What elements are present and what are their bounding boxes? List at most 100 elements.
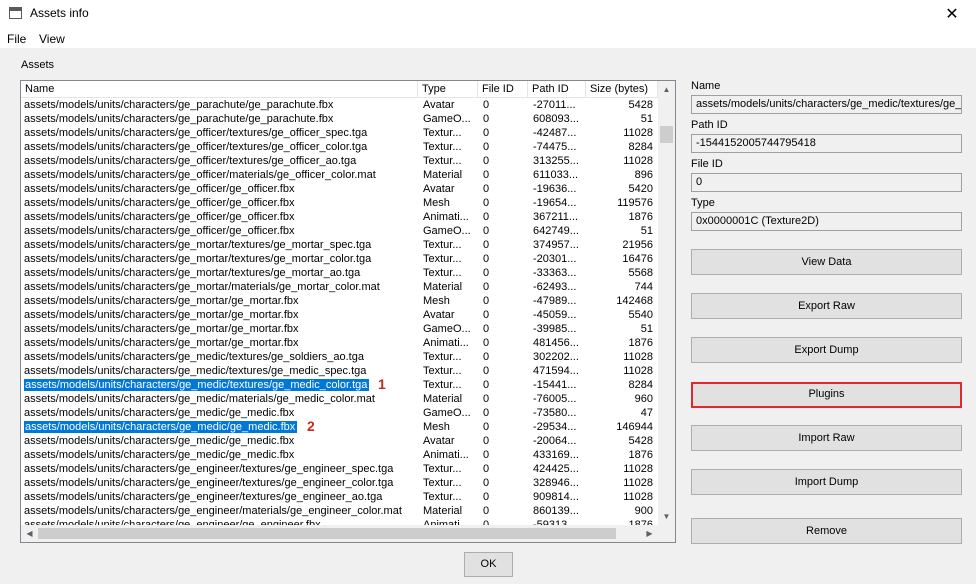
path-id-field[interactable]: -1544152005744795418 (691, 134, 962, 153)
table-row[interactable]: assets/models/units/characters/ge_engine… (21, 490, 658, 504)
cell-name-text: assets/models/units/characters/ge_mortar… (24, 337, 299, 349)
table-row[interactable]: assets/models/units/characters/ge_medic/… (21, 434, 658, 448)
cell-size-text: 11028 (623, 365, 653, 377)
cell-size: 11028 (587, 364, 653, 378)
table-row[interactable]: assets/models/units/characters/ge_mortar… (21, 294, 658, 308)
cell-name: assets/models/units/characters/ge_office… (24, 154, 418, 168)
annotation-marker: 2 (307, 418, 315, 434)
cell-type: Material (423, 280, 480, 294)
table-row[interactable]: assets/models/units/characters/ge_office… (21, 154, 658, 168)
table-row[interactable]: assets/models/units/characters/ge_engine… (21, 462, 658, 476)
cell-name-text: assets/models/units/characters/ge_parach… (24, 99, 334, 111)
menu-file[interactable]: File (7, 32, 26, 46)
table-row[interactable]: assets/models/units/characters/ge_medic/… (21, 448, 658, 462)
import-dump-button[interactable]: Import Dump (691, 469, 962, 495)
table-row[interactable]: assets/models/units/characters/ge_mortar… (21, 238, 658, 252)
plugins-button[interactable]: Plugins (691, 382, 962, 408)
assets-list[interactable]: Name Type File ID Path ID Size (bytes) a… (20, 80, 676, 543)
cell-name: assets/models/units/characters/ge_mortar… (24, 280, 418, 294)
cell-type: GameO... (423, 322, 480, 336)
cell-type-text: Textur... (423, 351, 462, 363)
scroll-left-icon[interactable]: ◀ (21, 525, 38, 542)
scroll-right-icon[interactable]: ▶ (641, 525, 658, 542)
table-row[interactable]: assets/models/units/characters/ge_office… (21, 224, 658, 238)
table-row[interactable]: assets/models/units/characters/ge_office… (21, 196, 658, 210)
table-row[interactable]: assets/models/units/characters/ge_medic/… (21, 406, 658, 420)
cell-name-text: assets/models/units/characters/ge_office… (24, 155, 357, 167)
title-bar: Assets info ✕ (0, 0, 976, 29)
cell-file-id: 0 (483, 168, 528, 182)
column-header-type[interactable]: Type (418, 81, 478, 98)
menu-view[interactable]: View (39, 32, 65, 46)
horizontal-scrollbar[interactable]: ◀ ▶ (21, 525, 658, 542)
cell-file-id-text: 0 (483, 239, 490, 251)
table-row[interactable]: assets/models/units/characters/ge_medic/… (21, 364, 658, 378)
column-header-path-id[interactable]: Path ID (528, 81, 586, 98)
table-row[interactable]: assets/models/units/characters/ge_mortar… (21, 336, 658, 350)
import-raw-button[interactable]: Import Raw (691, 425, 962, 451)
table-row[interactable]: assets/models/units/characters/ge_mortar… (21, 252, 658, 266)
vertical-scroll-thumb[interactable] (660, 126, 673, 143)
type-field[interactable]: 0x0000001C (Texture2D) (691, 212, 962, 231)
column-header-name[interactable]: Name (21, 81, 418, 98)
cell-type-text: Avatar (423, 309, 455, 321)
cell-type-text: Textur... (423, 477, 462, 489)
cell-name-text: assets/models/units/characters/ge_medic/… (24, 421, 298, 433)
table-row[interactable]: assets/models/units/characters/ge_engine… (21, 504, 658, 518)
cell-type-text: Textur... (423, 127, 462, 139)
file-id-field[interactable]: 0 (691, 173, 962, 192)
table-row[interactable]: assets/models/units/characters/ge_office… (21, 126, 658, 140)
name-field[interactable]: assets/models/units/characters/ge_medic/… (691, 95, 962, 114)
cell-name-text: assets/models/units/characters/ge_mortar… (24, 295, 299, 307)
cell-path-id: 642749... (533, 224, 585, 238)
table-row[interactable]: assets/models/units/characters/ge_parach… (21, 112, 658, 126)
table-row[interactable]: assets/models/units/characters/ge_office… (21, 140, 658, 154)
table-row[interactable]: assets/models/units/characters/ge_office… (21, 168, 658, 182)
cell-name: assets/models/units/characters/ge_office… (24, 140, 418, 154)
view-data-button[interactable]: View Data (691, 249, 962, 275)
cell-size: 1876 (587, 210, 653, 224)
table-row[interactable]: assets/models/units/characters/ge_mortar… (21, 308, 658, 322)
cell-path-id: -47989... (533, 294, 585, 308)
table-row[interactable]: assets/models/units/characters/ge_mortar… (21, 266, 658, 280)
remove-button[interactable]: Remove (691, 518, 962, 544)
table-row[interactable]: assets/models/units/characters/ge_medic/… (21, 350, 658, 364)
close-icon[interactable]: ✕ (928, 0, 976, 29)
export-raw-button[interactable]: Export Raw (691, 293, 962, 319)
table-row[interactable]: assets/models/units/characters/ge_engine… (21, 476, 658, 490)
cell-path-id: -74475... (533, 140, 585, 154)
horizontal-scroll-thumb[interactable] (38, 528, 616, 539)
cell-path-id-text: -62493... (533, 281, 577, 293)
cell-size: 8284 (587, 140, 653, 154)
cell-file-id-text: 0 (483, 463, 490, 475)
cell-name: assets/models/units/characters/ge_medic/… (24, 434, 418, 448)
cell-path-id-text: -45059... (533, 309, 577, 321)
ok-button[interactable]: OK (464, 552, 513, 577)
table-row[interactable]: assets/models/units/characters/ge_engine… (21, 518, 658, 525)
table-row[interactable]: assets/models/units/characters/ge_office… (21, 210, 658, 224)
column-header-size[interactable]: Size (bytes) (586, 81, 658, 98)
cell-type-text: Avatar (423, 99, 455, 111)
cell-name: assets/models/units/characters/ge_medic/… (24, 392, 418, 406)
table-row[interactable]: assets/models/units/characters/ge_medic/… (21, 418, 658, 434)
scroll-down-icon[interactable]: ▼ (658, 508, 675, 525)
cell-size-text: 16476 (622, 253, 653, 265)
cell-type: Textur... (423, 378, 480, 392)
table-row[interactable]: assets/models/units/characters/ge_medic/… (21, 392, 658, 406)
export-dump-button[interactable]: Export Dump (691, 337, 962, 363)
cell-file-id: 0 (483, 210, 528, 224)
table-row[interactable]: assets/models/units/characters/ge_mortar… (21, 322, 658, 336)
file-id-label: File ID (691, 158, 723, 170)
vertical-scrollbar[interactable]: ▲ ▼ (658, 81, 675, 525)
cell-size: 5540 (587, 308, 653, 322)
cell-size: 11028 (587, 126, 653, 140)
table-row[interactable]: assets/models/units/characters/ge_parach… (21, 98, 658, 112)
table-row[interactable]: assets/models/units/characters/ge_office… (21, 182, 658, 196)
cell-name-text: assets/models/units/characters/ge_mortar… (24, 253, 372, 265)
cell-name: assets/models/units/characters/ge_parach… (24, 98, 418, 112)
scroll-up-icon[interactable]: ▲ (658, 81, 675, 98)
cell-file-id: 0 (483, 364, 528, 378)
table-row[interactable]: assets/models/units/characters/ge_mortar… (21, 280, 658, 294)
column-header-file-id[interactable]: File ID (478, 81, 528, 98)
table-row[interactable]: assets/models/units/characters/ge_medic/… (21, 377, 658, 392)
